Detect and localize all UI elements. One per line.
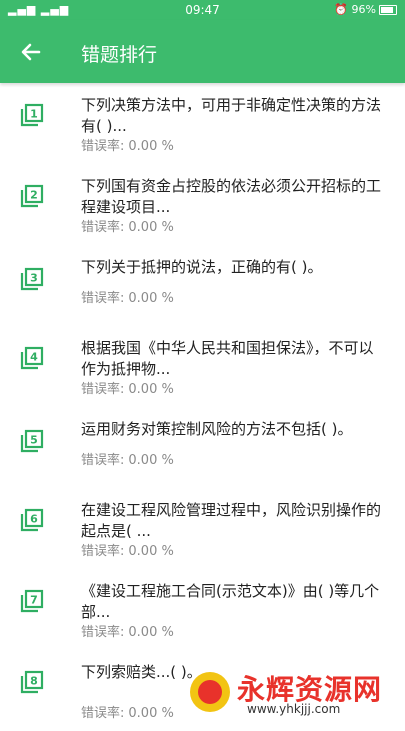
svg-text:5: 5: [30, 434, 38, 447]
error-rate: 错误率: 0.00 %: [81, 135, 174, 154]
list-item[interactable]: 2 下列国有资金占控股的依法必须公开招标的工程建设项目... 错误率: 0.00 %: [0, 164, 405, 245]
back-arrow-icon[interactable]: [17, 38, 45, 66]
error-rate-value: 0.00 %: [128, 544, 174, 559]
question-title: 在建设工程风险管理过程中，风险识别操作的起点是( ...: [81, 501, 382, 540]
error-rate-value: 0.00 %: [128, 139, 174, 154]
question-title: 下列国有资金占控股的依法必须公开招标的工程建设项目...: [81, 177, 382, 216]
page-title: 错题排行: [81, 44, 158, 66]
error-rate: 错误率: 0.00 %: [81, 540, 174, 559]
question-title: 运用财务对策控制风险的方法不包括( )。: [81, 420, 353, 438]
watermark-url: www.yhkjjj.com: [247, 702, 341, 716]
list-item[interactable]: 1 下列决策方法中，可用于非确定性决策的方法有( )... 错误率: 0.00 %: [0, 83, 405, 164]
question-title: 《建设工程施工合同(示范文本)》由( )等几个部...: [81, 582, 380, 621]
app-bar: 错题排行: [0, 20, 405, 83]
error-rate-label: 错误率:: [81, 453, 125, 468]
number-badge-icon: 8: [20, 670, 44, 694]
svg-text:4: 4: [30, 351, 38, 364]
svg-text:1: 1: [30, 108, 38, 121]
logo-icon: [190, 672, 230, 712]
error-rate-value: 0.00 %: [128, 382, 174, 397]
error-rate-value: 0.00 %: [128, 291, 174, 306]
list-item[interactable]: 6 在建设工程风险管理过程中，风险识别操作的起点是( ... 错误率: 0.00 %: [0, 488, 405, 569]
error-rate: 错误率: 0.00 %: [81, 378, 174, 397]
battery-indicator: ⏰ 96%: [334, 3, 397, 16]
number-badge-icon: 1: [20, 103, 44, 127]
list-item[interactable]: 4 根据我国《中华人民共和国担保法》，不可以作为抵押物... 错误率: 0.00 %: [0, 326, 405, 407]
number-badge-icon: 4: [20, 346, 44, 370]
watermark: 永辉资源网 www.yhkjjj.com: [167, 666, 397, 718]
error-rate-value: 0.00 %: [128, 453, 174, 468]
question-title: 下列决策方法中，可用于非确定性决策的方法有( )...: [81, 96, 382, 135]
svg-text:2: 2: [30, 189, 38, 202]
question-title: 下列关于抵押的说法，正确的有( )。: [81, 258, 323, 276]
number-badge-icon: 6: [20, 508, 44, 532]
list-item[interactable]: 5 运用财务对策控制风险的方法不包括( )。 错误率: 0.00 %: [0, 407, 405, 488]
number-badge-icon: 3: [20, 267, 44, 291]
error-rate-value: 0.00 %: [128, 220, 174, 235]
svg-text:7: 7: [30, 594, 38, 607]
battery-percent: 96%: [351, 3, 376, 16]
number-badge-icon: 5: [20, 429, 44, 453]
svg-text:3: 3: [30, 272, 38, 285]
list-item[interactable]: 3 下列关于抵押的说法，正确的有( )。 错误率: 0.00 %: [0, 245, 405, 326]
error-rate: 错误率: 0.00 %: [81, 621, 174, 640]
error-rate-label: 错误率:: [81, 220, 125, 235]
svg-text:6: 6: [30, 513, 38, 526]
status-bar: ▂▄▆ ▂▄▆ 09:47 ⏰ 96%: [0, 0, 405, 20]
error-rate-label: 错误率:: [81, 544, 125, 559]
list-item[interactable]: 7 《建设工程施工合同(示范文本)》由( )等几个部... 错误率: 0.00 %: [0, 569, 405, 650]
svg-text:8: 8: [30, 675, 38, 688]
error-rate-label: 错误率:: [81, 706, 125, 721]
error-rate-value: 0.00 %: [128, 625, 174, 640]
error-rate: 错误率: 0.00 %: [81, 216, 174, 235]
error-rate-label: 错误率:: [81, 291, 125, 306]
battery-icon: [379, 5, 397, 15]
alarm-icon: ⏰: [334, 3, 349, 16]
error-rate: 错误率: 0.00 %: [81, 287, 174, 306]
question-list: 1 下列决策方法中，可用于非确定性决策的方法有( )... 错误率: 0.00 % 2 下…: [0, 83, 405, 731]
error-rate-label: 错误率:: [81, 382, 125, 397]
number-badge-icon: 2: [20, 184, 44, 208]
error-rate-label: 错误率:: [81, 139, 125, 154]
number-badge-icon: 7: [20, 589, 44, 613]
error-rate-label: 错误率:: [81, 625, 125, 640]
error-rate: 错误率: 0.00 %: [81, 702, 174, 721]
error-rate: 错误率: 0.00 %: [81, 449, 174, 468]
question-title: 根据我国《中华人民共和国担保法》，不可以作为抵押物...: [81, 339, 374, 378]
